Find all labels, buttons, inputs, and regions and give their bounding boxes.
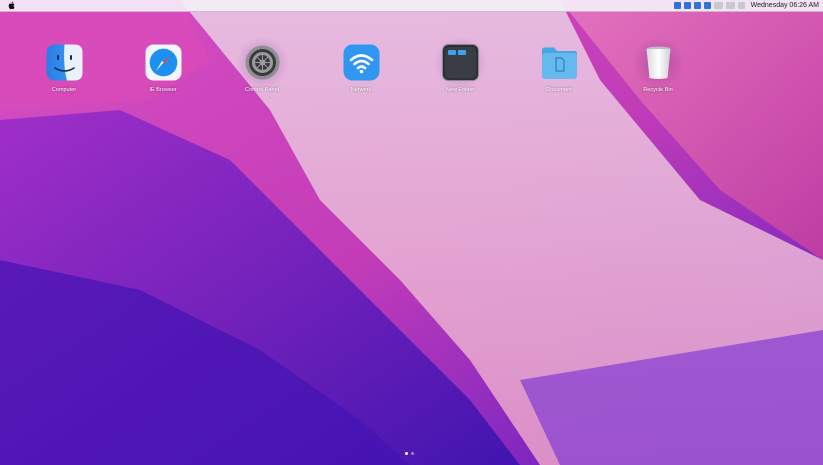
- window-manager-icon: [441, 44, 479, 81]
- finder-icon: [46, 44, 82, 81]
- desktop-icon-recycle-bin[interactable]: Recycle Bin: [623, 36, 693, 93]
- settings-gear-icon: [245, 45, 279, 80]
- wifi-icon[interactable]: [713, 2, 723, 9]
- page-indicator: [405, 452, 414, 455]
- desktop-icon-network[interactable]: Network: [326, 44, 396, 93]
- desktop-icon-ie-browser[interactable]: IE Browser: [128, 44, 198, 93]
- desktop-icon-label: IE Browser: [149, 87, 177, 93]
- blue-app-icon[interactable]: [673, 2, 681, 9]
- volume-icon[interactable]: [737, 2, 745, 9]
- desktop-icon-label: Computer: [51, 87, 77, 93]
- blue-app-icon[interactable]: [703, 2, 711, 9]
- safari-compass-icon: [145, 44, 181, 81]
- page-dot-active[interactable]: [405, 452, 408, 455]
- desktop-icon-document[interactable]: Document: [524, 44, 594, 93]
- desktop-icon-label: Network: [350, 87, 372, 93]
- desktop-icons: Computer IE Browser Control Panel Networ…: [0, 36, 823, 104]
- apple-logo-icon[interactable]: [8, 1, 16, 10]
- desktop-icon-computer[interactable]: Computer: [29, 44, 99, 93]
- page-dot[interactable]: [411, 452, 414, 455]
- trash-can-icon: [646, 46, 670, 79]
- desktop-icon-new-folder[interactable]: New Folder: [425, 36, 495, 93]
- wifi-icon: [343, 44, 379, 81]
- menu-bar: Wednesday 06:26 AM: [0, 0, 823, 12]
- blue-app-icon[interactable]: [683, 2, 691, 9]
- menubar-clock[interactable]: Wednesday 06:26 AM: [751, 2, 819, 9]
- menubar-tray: Wednesday 06:26 AM: [673, 1, 819, 10]
- desktop-icon-control-panel[interactable]: Control Panel: [227, 36, 297, 93]
- battery-icon[interactable]: [725, 2, 735, 9]
- blue-app-icon[interactable]: [693, 2, 701, 9]
- folder-icon: [541, 47, 577, 79]
- desktop-icon-label: Document: [546, 87, 572, 93]
